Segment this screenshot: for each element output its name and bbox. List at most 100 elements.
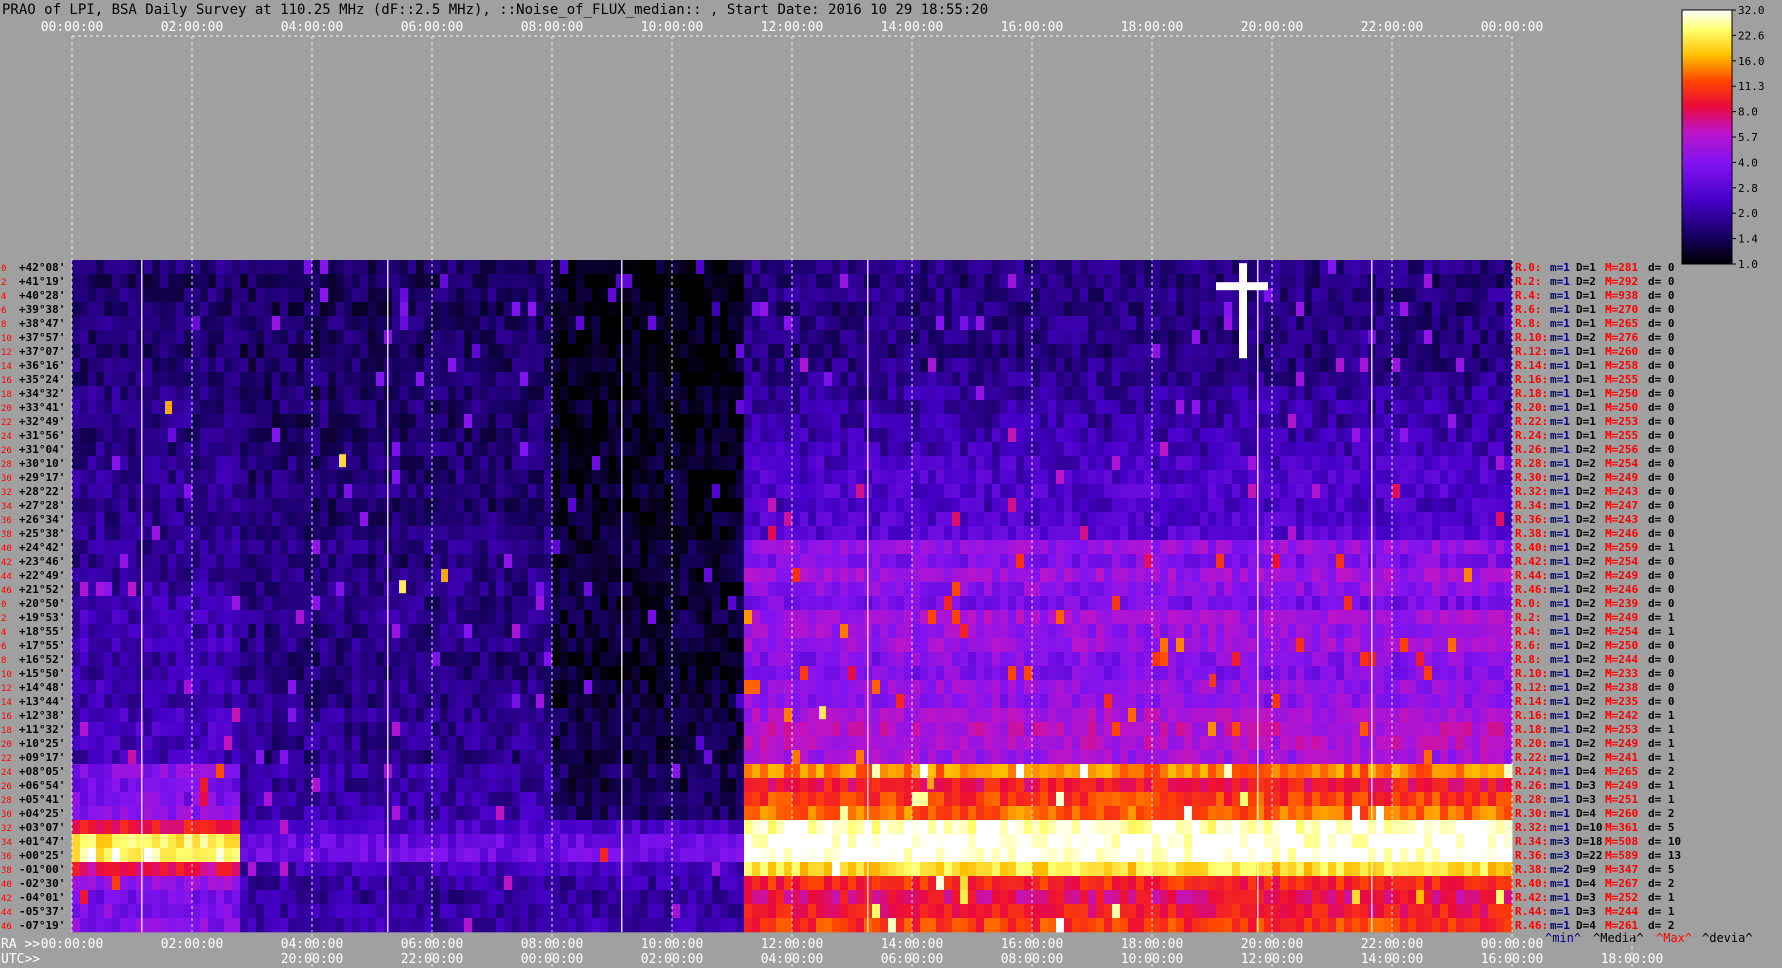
heatmap-cell xyxy=(408,638,417,653)
heatmap-cell xyxy=(856,344,865,359)
heatmap-cell xyxy=(352,610,361,625)
heatmap-cell xyxy=(1480,554,1489,569)
heatmap-cell xyxy=(1176,596,1185,611)
heatmap-cell xyxy=(1120,610,1129,625)
heatmap-cell xyxy=(824,260,833,275)
heatmap-cell xyxy=(712,484,721,499)
heatmap-cell xyxy=(1000,372,1009,387)
heatmap-cell xyxy=(240,596,249,611)
heatmap-cell xyxy=(1360,568,1369,583)
heatmap-cell xyxy=(1376,554,1385,569)
heatmap-cell xyxy=(1344,316,1353,331)
heatmap-cell xyxy=(736,470,745,485)
heatmap-cell xyxy=(736,400,745,415)
heatmap-cell xyxy=(1224,596,1233,611)
heatmap-cell xyxy=(224,582,233,597)
heatmap-cell xyxy=(504,568,513,583)
heatmap-cell xyxy=(72,582,81,597)
heatmap-cell xyxy=(472,456,481,471)
heatmap-cell xyxy=(696,358,705,373)
heatmap-cell xyxy=(1152,456,1161,471)
heatmap-cell xyxy=(120,260,129,275)
heatmap-cell xyxy=(856,288,865,303)
heatmap-cell xyxy=(912,358,921,373)
heatmap-cell xyxy=(352,274,361,289)
heatmap-cell xyxy=(432,540,441,555)
heatmap-cell xyxy=(488,582,497,597)
heatmap-cell xyxy=(1184,568,1193,583)
heatmap-cell xyxy=(1424,470,1433,485)
heatmap-cell xyxy=(616,526,625,541)
heatmap-cell xyxy=(1144,442,1153,457)
heatmap-cell xyxy=(1264,512,1273,527)
heatmap-cell xyxy=(1456,470,1465,485)
heatmap-cell xyxy=(744,582,753,597)
heatmap-cell xyxy=(960,568,969,583)
heatmap-cell xyxy=(200,456,209,471)
heatmap-cell xyxy=(288,456,297,471)
heatmap-cell xyxy=(216,624,225,639)
heatmap-cell xyxy=(504,582,513,597)
heatmap-cell xyxy=(792,274,801,289)
heatmap-cell xyxy=(1504,260,1513,275)
heatmap-cell xyxy=(480,330,489,345)
heatmap-cell xyxy=(1104,358,1113,373)
heatmap-cell xyxy=(1272,386,1281,401)
heatmap-cell xyxy=(376,372,385,387)
heatmap-cell xyxy=(504,344,513,359)
heatmap-cell xyxy=(1072,344,1081,359)
heatmap-cell xyxy=(1408,302,1417,317)
heatmap-cell xyxy=(848,638,857,653)
heatmap-cell xyxy=(176,582,185,597)
heatmap-cell xyxy=(1296,470,1305,485)
heatmap-cell xyxy=(120,302,129,317)
heatmap-cell xyxy=(720,442,729,457)
heatmap-cell xyxy=(304,470,313,485)
heatmap-cell xyxy=(624,288,633,303)
heatmap-cell xyxy=(320,428,329,443)
heatmap-cell xyxy=(568,442,577,457)
heatmap-cell xyxy=(560,330,569,345)
heatmap-cell xyxy=(912,554,921,569)
heatmap-cell xyxy=(760,498,769,513)
heatmap-cell xyxy=(784,596,793,611)
heatmap-cell xyxy=(1440,624,1449,639)
heatmap-cell xyxy=(1408,274,1417,289)
heatmap-cell xyxy=(1384,386,1393,401)
heatmap-cell xyxy=(1296,456,1305,471)
heatmap-cell xyxy=(688,302,697,317)
heatmap-cell xyxy=(1056,372,1065,387)
heatmap-cell xyxy=(1448,330,1457,345)
heatmap-cell xyxy=(536,302,545,317)
heatmap-cell xyxy=(1408,554,1417,569)
heatmap-cell xyxy=(800,512,809,527)
heatmap-cell xyxy=(944,582,953,597)
heatmap-cell xyxy=(328,400,337,415)
heatmap-cell xyxy=(656,316,665,331)
heatmap-cell xyxy=(1072,330,1081,345)
heatmap-cell xyxy=(464,344,473,359)
heatmap-cell xyxy=(1224,512,1233,527)
heatmap-cell xyxy=(824,288,833,303)
heatmap-cell xyxy=(1104,554,1113,569)
heatmap-cell xyxy=(568,596,577,611)
heatmap-cell xyxy=(672,484,681,499)
heatmap-cell xyxy=(448,372,457,387)
heatmap-cell xyxy=(1296,540,1305,555)
heatmap-cell xyxy=(272,442,281,457)
heatmap-cell xyxy=(360,288,369,303)
heatmap-cell xyxy=(256,526,265,541)
heatmap-cell xyxy=(816,400,825,415)
heatmap-cell xyxy=(1008,386,1017,401)
heatmap-cell xyxy=(1360,624,1369,639)
heatmap-cell xyxy=(1128,456,1137,471)
heatmap-cell xyxy=(344,400,353,415)
heatmap-cell xyxy=(1352,330,1361,345)
heatmap-cell xyxy=(296,484,305,499)
heatmap-cell xyxy=(1384,624,1393,639)
heatmap-cell xyxy=(464,624,473,639)
heatmap-cell xyxy=(1264,344,1273,359)
heatmap-cell xyxy=(744,386,753,401)
heatmap-cell xyxy=(568,582,577,597)
heatmap-cell xyxy=(440,582,449,597)
